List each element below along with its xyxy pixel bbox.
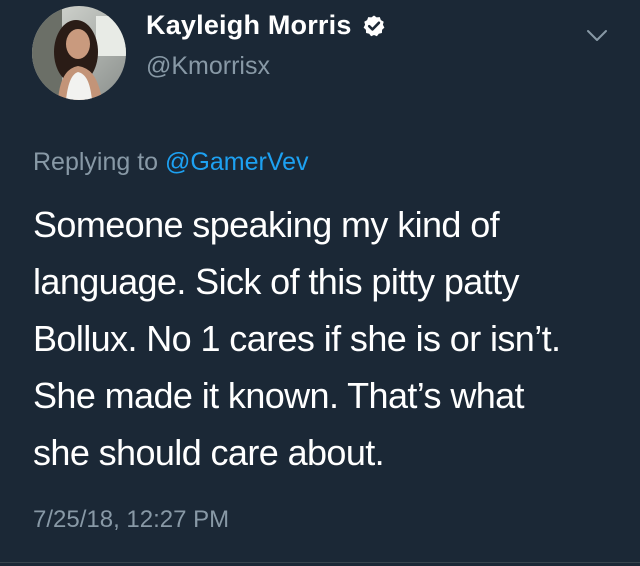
tweet-card: Kayleigh Morris @Kmorrisx Replying to @G…	[0, 0, 640, 566]
replying-to-label: Replying to	[33, 148, 159, 176]
reply-mention-link[interactable]: @GamerVev	[165, 148, 308, 176]
author-handle[interactable]: @Kmorrisx	[146, 52, 270, 81]
tweet-text: Someone speaking my kind of language. Si…	[33, 196, 623, 481]
avatar-photo	[32, 6, 126, 100]
tweet-text-line: She made it known. That’s what	[33, 375, 525, 416]
tweet-text-line: Bollux. No 1 cares if she is or isn’t.	[33, 318, 561, 359]
divider	[0, 562, 640, 563]
tweet-text-line: Someone speaking my kind of	[33, 204, 500, 245]
verified-badge-icon	[362, 14, 386, 38]
author-name-row[interactable]: Kayleigh Morris	[146, 10, 386, 41]
tweet-text-line: she should care about.	[33, 432, 385, 473]
author-avatar[interactable]	[32, 6, 126, 100]
tweet-timestamp[interactable]: 7/25/18, 12:27 PM	[33, 506, 229, 534]
author-display-name[interactable]: Kayleigh Morris	[146, 10, 352, 41]
replying-to: Replying to @GamerVev	[33, 148, 309, 177]
chevron-down-icon[interactable]	[584, 22, 610, 48]
tweet-text-line: language. Sick of this pitty patty	[33, 261, 519, 302]
